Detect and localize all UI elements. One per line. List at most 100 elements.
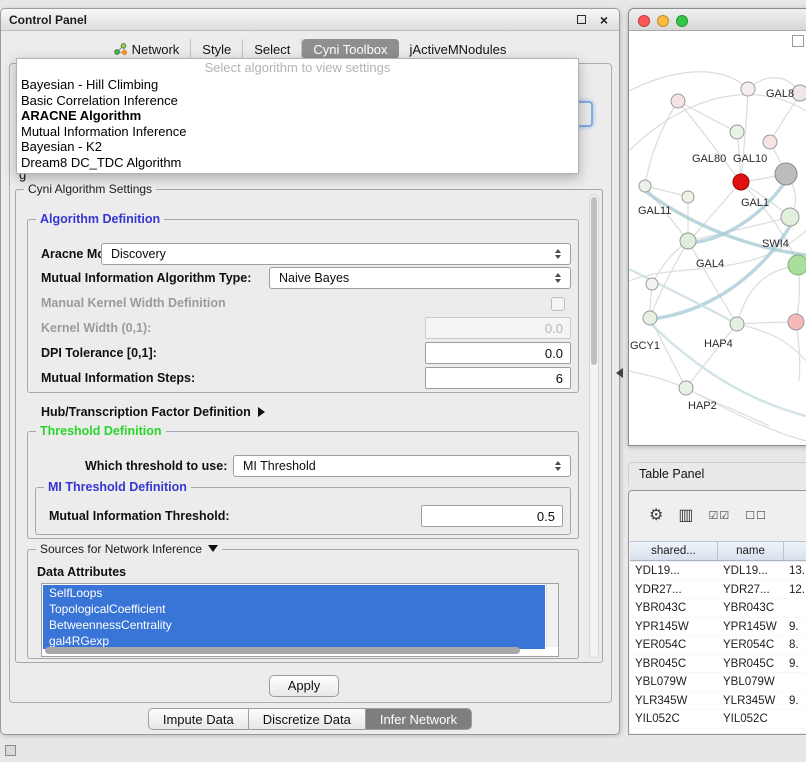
tab-label: Style (202, 42, 231, 57)
network-edge[interactable] (686, 324, 737, 388)
unchecked-pair-icon[interactable]: ☐☐ (745, 509, 767, 522)
network-edge[interactable] (629, 95, 806, 151)
columns-icon[interactable]: ▥ (678, 505, 693, 525)
network-node[interactable] (763, 135, 777, 149)
tab-cyni-toolbox[interactable]: Cyni Toolbox (302, 39, 398, 59)
network-node[interactable] (680, 233, 696, 249)
tab-label: Select (254, 42, 290, 57)
tab-jactivemnodules[interactable]: jActiveMNodules (399, 39, 518, 59)
column-header[interactable]: name (718, 542, 784, 560)
table-row[interactable]: YDR27...YDR27...12... (630, 581, 806, 600)
network-node[interactable] (730, 125, 744, 139)
table-row[interactable]: YIL052CYIL052C (630, 710, 806, 729)
mi-threshold-group-title: MI Threshold Definition (44, 480, 191, 494)
attribute-list-item[interactable]: BetweennessCentrality (43, 617, 545, 633)
bottom-tab-discretize-data[interactable]: Discretize Data (249, 708, 366, 730)
traffic-light-close-icon[interactable] (638, 15, 650, 27)
network-node[interactable] (671, 94, 685, 108)
which-threshold-select[interactable]: MI Threshold (233, 455, 571, 477)
network-node[interactable] (781, 208, 799, 226)
network-node[interactable] (788, 255, 806, 275)
tab-label: Cyni Toolbox (313, 42, 387, 57)
table-panel-title[interactable]: Table Panel (628, 462, 806, 486)
network-edge[interactable] (686, 388, 806, 441)
column-header[interactable]: shared... (630, 542, 718, 560)
table-row[interactable]: YDL19...YDL19...13... (630, 562, 806, 581)
mi-type-select[interactable]: Naive Bayes (269, 267, 571, 289)
dpi-tolerance-input[interactable] (425, 342, 571, 364)
network-node[interactable] (788, 314, 804, 330)
network-node[interactable] (679, 381, 693, 395)
sources-group-toggle[interactable]: Sources for Network Inference (36, 542, 222, 556)
node-label: GAL11 (638, 205, 671, 217)
network-node[interactable] (741, 82, 755, 96)
network-edge[interactable] (629, 72, 748, 91)
apply-button[interactable]: Apply (269, 675, 339, 697)
network-view-window: GAL8GAL80GAL10GAL11GAL1SWI4GAL4GCY1HAP4H… (628, 8, 806, 446)
dropdown-item[interactable]: Mutual Information Inference (17, 124, 578, 140)
network-edge[interactable] (629, 371, 686, 388)
network-node[interactable] (643, 311, 657, 325)
table-row[interactable]: YBL079WYBL079W (630, 673, 806, 692)
algorithm-definition-title: Algorithm Definition (36, 212, 164, 226)
network-edge[interactable] (645, 101, 678, 186)
manual-kernel-checkbox[interactable] (551, 297, 565, 311)
dropdown-item[interactable]: ARACNE Algorithm (17, 108, 578, 124)
network-graph[interactable]: GAL8GAL80GAL10GAL11GAL1SWI4GAL4GCY1HAP4H… (629, 31, 806, 445)
dropdown-item[interactable]: Bayesian - K2 (17, 139, 578, 155)
network-node[interactable] (682, 191, 694, 203)
dropdown-item[interactable]: Basic Correlation Inference (17, 93, 578, 109)
network-edge[interactable] (737, 265, 798, 324)
column-header[interactable] (784, 542, 806, 560)
network-edge[interactable] (737, 322, 796, 324)
node-label: GAL4 (696, 258, 724, 270)
network-node[interactable] (646, 278, 658, 290)
dropdown-item[interactable]: Dream8 DC_TDC Algorithm (17, 155, 578, 171)
network-node[interactable] (733, 174, 749, 190)
network-node[interactable] (639, 180, 651, 192)
float-window-icon[interactable] (577, 15, 586, 24)
attribute-list-item[interactable]: SelfLoops (43, 585, 545, 601)
aracne-mode-select[interactable]: Discovery (101, 243, 571, 265)
network-edge[interactable] (650, 323, 806, 416)
bottom-tab-infer-network[interactable]: Infer Network (366, 708, 472, 730)
dropdown-item[interactable]: Bayesian - Hill Climbing (17, 77, 578, 93)
network-window-titlebar[interactable] (629, 9, 806, 31)
kernel-width-input[interactable] (425, 317, 571, 339)
algorithm-dropdown: Select algorithm to view settings Bayesi… (16, 58, 579, 174)
control-panel-titlebar[interactable]: Control Panel × (1, 9, 619, 31)
network-overview-box[interactable] (792, 35, 804, 47)
table-row[interactable]: YBR043CYBR043C (630, 599, 806, 618)
bottom-tab-impute-data[interactable]: Impute Data (148, 708, 249, 730)
hub-definition-toggle[interactable]: Hub/Transcription Factor Definition (41, 405, 265, 419)
gear-icon[interactable]: ⚙ (649, 505, 663, 525)
list-hscrollbar-thumb[interactable] (45, 647, 520, 654)
tab-network[interactable]: Network (103, 39, 192, 59)
mi-threshold-label: Mutual Information Threshold: (49, 509, 230, 523)
network-edge[interactable] (678, 101, 741, 182)
network-node[interactable] (775, 163, 797, 185)
network-node[interactable] (730, 317, 744, 331)
traffic-lights (638, 14, 695, 32)
corner-panel-icon[interactable] (5, 745, 16, 756)
panel-collapse-icon[interactable] (616, 368, 623, 378)
checked-pair-icon[interactable]: ☑☑ (708, 509, 730, 522)
attribute-list-item[interactable]: TopologicalCoefficient (43, 601, 545, 617)
traffic-light-minimize-icon[interactable] (657, 15, 669, 27)
mi-steps-input[interactable] (425, 367, 571, 389)
tab-select[interactable]: Select (243, 39, 302, 59)
mi-threshold-input[interactable] (421, 505, 563, 527)
table-row[interactable]: YLR345WYLR345W9. (630, 692, 806, 711)
tab-style[interactable]: Style (191, 39, 243, 59)
traffic-light-zoom-icon[interactable] (676, 15, 688, 27)
network-edge[interactable] (691, 181, 786, 243)
table-row[interactable]: YPR145WYPR145W9. (630, 618, 806, 637)
table-row[interactable]: YER054CYER054C8. (630, 636, 806, 655)
network-canvas[interactable]: GAL8GAL80GAL10GAL11GAL1SWI4GAL4GCY1HAP4H… (629, 31, 806, 445)
expand-arrow-icon (258, 407, 265, 417)
network-edge[interactable] (678, 101, 737, 132)
table-cell: YBR043C (630, 599, 718, 617)
settings-scrollbar-thumb[interactable] (591, 197, 597, 365)
close-icon[interactable]: × (600, 11, 608, 29)
table-row[interactable]: YBR045CYBR045C9. (630, 655, 806, 674)
